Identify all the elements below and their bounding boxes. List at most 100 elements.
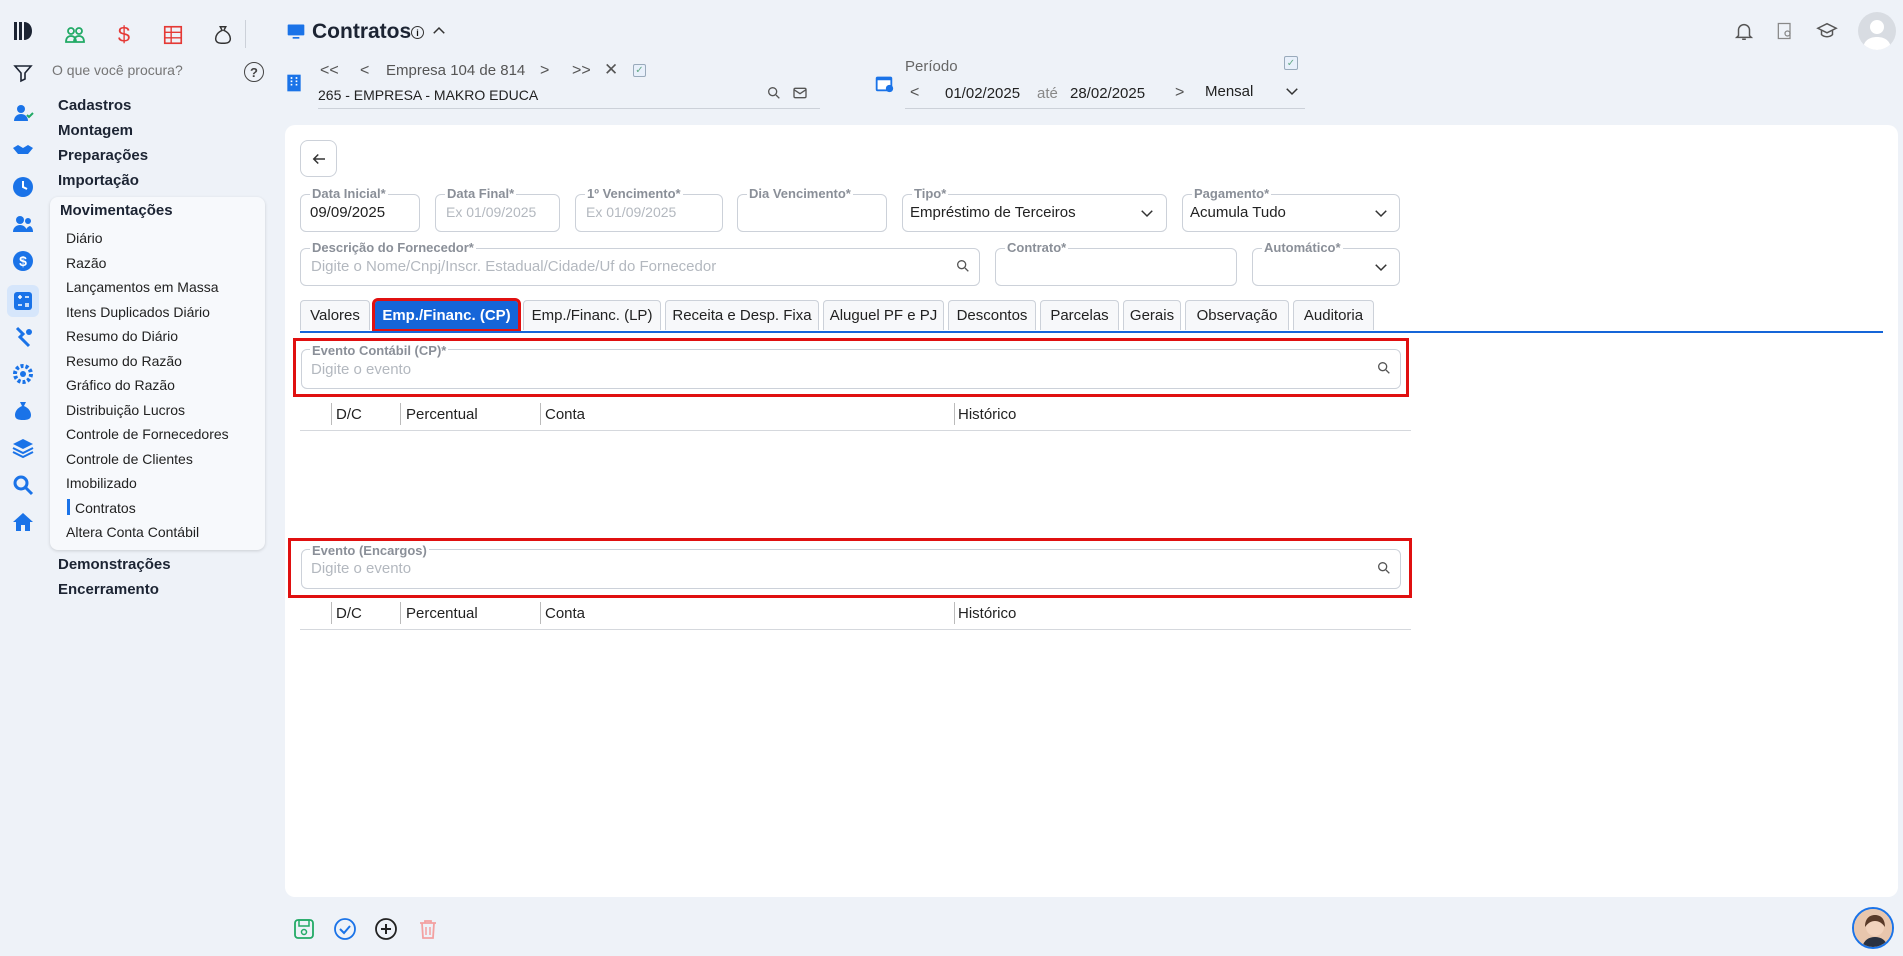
tab-valores[interactable]: Valores — [300, 300, 370, 330]
add-icon[interactable] — [374, 917, 398, 944]
info-icon[interactable]: i — [411, 26, 424, 39]
period-mode[interactable]: Mensal — [1205, 83, 1253, 100]
data-inicial-value[interactable]: 09/09/2025 — [310, 204, 385, 221]
submenu-item[interactable]: Lançamentos em Massa — [66, 279, 219, 295]
menu-movimentacoes[interactable]: Movimentações — [60, 202, 173, 219]
building-icon — [284, 72, 304, 97]
tab-parcelas[interactable]: Parcelas — [1040, 300, 1119, 330]
field-label: Dia Vencimento* — [747, 186, 853, 201]
field-label: Pagamento* — [1192, 186, 1272, 201]
avatar[interactable] — [1858, 12, 1896, 50]
table-header-dc: D/C — [336, 406, 362, 423]
layers-icon[interactable] — [10, 435, 36, 461]
search-icon[interactable] — [766, 85, 782, 104]
field-label: Data Final* — [445, 186, 517, 201]
graduation-cap-icon[interactable] — [1815, 20, 1839, 45]
submenu-item[interactable]: Distribuição Lucros — [66, 402, 185, 418]
home-icon[interactable] — [10, 509, 36, 535]
submenu-item[interactable]: Resumo do Diário — [66, 328, 178, 344]
period-prev-icon[interactable]: < — [910, 84, 919, 102]
accounting-icon[interactable] — [7, 285, 39, 317]
tab-auditoria[interactable]: Auditoria — [1293, 300, 1374, 330]
submenu-item[interactable]: Resumo do Razão — [66, 353, 182, 369]
back-button[interactable] — [300, 140, 337, 177]
tab-emp-financ-lp[interactable]: Emp./Financ. (LP) — [523, 300, 661, 330]
submenu-item[interactable]: Gráfico do Razão — [66, 377, 175, 393]
search-icon[interactable] — [1376, 560, 1392, 579]
settings-icon[interactable] — [10, 361, 36, 387]
tab-observacao[interactable]: Observação — [1185, 300, 1289, 330]
tab-descontos[interactable]: Descontos — [948, 300, 1036, 330]
tab-aluguel[interactable]: Aluguel PF e PJ — [823, 300, 944, 330]
clock-icon[interactable] — [10, 174, 36, 200]
close-icon[interactable]: ✕ — [604, 60, 618, 80]
search-zoom-icon[interactable] — [10, 472, 36, 498]
tab-gerais[interactable]: Gerais — [1123, 300, 1181, 330]
menu-montagem[interactable]: Montagem — [58, 122, 133, 139]
table-header-conta: Conta — [545, 605, 586, 622]
document-search-icon[interactable] — [1775, 21, 1795, 44]
money-bag-icon[interactable] — [10, 398, 36, 424]
dollar-icon[interactable]: $ — [10, 248, 36, 274]
chevron-down-icon[interactable] — [1372, 258, 1390, 279]
chevron-up-icon[interactable] — [430, 22, 448, 43]
prev-icon[interactable]: < — [360, 62, 369, 80]
user-register-icon[interactable] — [10, 100, 36, 126]
submenu-movimentacoes: Movimentações Diário Razão Lançamentos e… — [50, 197, 265, 550]
first-page-icon[interactable]: << — [320, 62, 339, 80]
period-next-icon[interactable]: > — [1175, 84, 1184, 102]
submenu-item[interactable]: Controle de Clientes — [66, 451, 193, 467]
tab-receita-desp-fixa[interactable]: Receita e Desp. Fixa — [665, 300, 819, 330]
submenu-item[interactable]: Itens Duplicados Diário — [66, 304, 210, 320]
submenu-item-active[interactable]: Contratos — [75, 500, 136, 516]
checkbox[interactable]: ✓ — [633, 64, 646, 77]
assistant-avatar[interactable] — [1852, 907, 1894, 949]
menu-cadastros[interactable]: Cadastros — [58, 97, 131, 114]
search-icon[interactable] — [955, 258, 971, 277]
menu-search-input[interactable] — [52, 62, 232, 78]
team-icon[interactable] — [62, 22, 88, 48]
chevron-down-icon[interactable] — [1372, 204, 1390, 225]
help-icon[interactable]: ? — [244, 62, 264, 82]
last-page-icon[interactable]: >> — [572, 62, 591, 80]
tipo-value[interactable]: Empréstimo de Terceiros — [910, 204, 1076, 221]
evento-cp-field[interactable] — [301, 349, 1401, 389]
menu-preparacoes[interactable]: Preparações — [58, 147, 148, 164]
confirm-icon[interactable] — [333, 917, 357, 944]
finance-icon[interactable]: $ — [111, 22, 137, 48]
logo-icon[interactable] — [10, 18, 36, 44]
pagamento-value[interactable]: Acumula Tudo — [1190, 204, 1286, 221]
filter-icon[interactable] — [10, 60, 36, 86]
spreadsheet-icon[interactable] — [160, 22, 186, 48]
menu-encerramento[interactable]: Encerramento — [58, 581, 159, 598]
column-separator — [954, 602, 955, 624]
next-icon[interactable]: > — [540, 62, 549, 80]
trash-icon[interactable] — [416, 917, 440, 944]
users-icon[interactable] — [10, 211, 36, 237]
submenu-item[interactable]: Controle de Fornecedores — [66, 426, 229, 442]
submenu-item[interactable]: Altera Conta Contábil — [66, 524, 199, 540]
handshake-icon[interactable] — [10, 137, 36, 163]
money-bag-outline-icon[interactable] — [210, 22, 236, 48]
save-icon[interactable] — [292, 917, 316, 944]
active-indicator — [67, 499, 70, 515]
period-start[interactable]: 01/02/2025 — [945, 85, 1020, 102]
tax-icon[interactable] — [10, 324, 36, 350]
submenu-item[interactable]: Diário — [66, 230, 103, 246]
mail-icon[interactable] — [792, 85, 808, 104]
chevron-down-icon[interactable] — [1138, 204, 1156, 225]
search-icon[interactable] — [1376, 360, 1392, 379]
menu-demonstracoes[interactable]: Demonstrações — [58, 556, 171, 573]
field-label: Tipo* — [912, 186, 949, 201]
menu-importacao[interactable]: Importação — [58, 172, 139, 189]
submenu-item[interactable]: Imobilizado — [66, 475, 137, 491]
bell-icon[interactable] — [1733, 20, 1755, 45]
chevron-down-icon[interactable] — [1283, 82, 1301, 103]
evento-encargos-field[interactable] — [301, 549, 1401, 589]
period-end[interactable]: 28/02/2025 — [1070, 85, 1145, 102]
field-label: Evento (Encargos) — [310, 543, 429, 558]
tab-emp-financ-cp[interactable]: Emp./Financ. (CP) — [372, 298, 521, 332]
checkbox[interactable]: ✓ — [1284, 56, 1298, 70]
submenu-item[interactable]: Razão — [66, 255, 106, 271]
table-header-conta: Conta — [545, 406, 586, 423]
